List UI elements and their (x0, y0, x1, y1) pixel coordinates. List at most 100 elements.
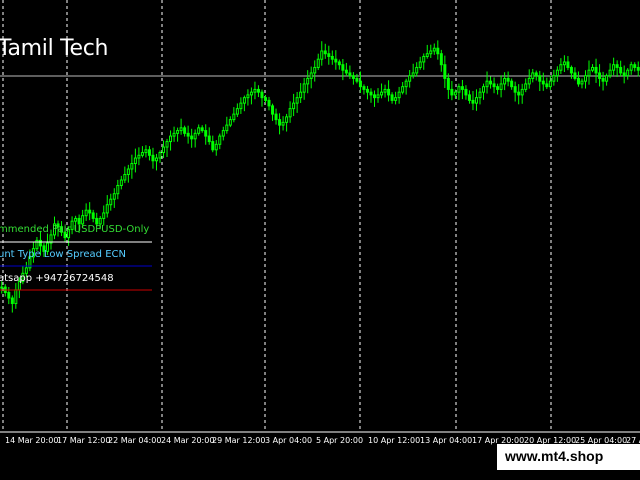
candle-body (38, 239, 42, 247)
candle-body (112, 193, 116, 200)
candle-body (510, 80, 514, 88)
candle-body (183, 127, 187, 134)
candle (587, 60, 591, 85)
candle-body (471, 99, 475, 104)
candle (162, 140, 166, 159)
candle (337, 59, 341, 70)
candle-body (288, 108, 292, 118)
candle (351, 72, 355, 85)
candle-body (587, 69, 591, 77)
candle (84, 203, 88, 221)
candle-body (576, 77, 580, 85)
candle-body (207, 135, 211, 143)
candle (260, 89, 264, 107)
candle-body (218, 135, 222, 145)
candle (112, 188, 116, 208)
watermark-text: www.mt4.shop (505, 448, 604, 464)
candle (626, 68, 630, 80)
candle (425, 44, 429, 59)
candle-body (626, 69, 630, 77)
candle (474, 89, 478, 111)
candle (446, 73, 450, 99)
candle (496, 83, 500, 95)
candle (482, 83, 486, 100)
candle-body (450, 88, 454, 96)
candle (292, 93, 296, 117)
candle-body (214, 143, 218, 151)
candle-body (91, 212, 95, 219)
candle (513, 81, 517, 102)
candle (228, 116, 232, 128)
x-tick-label: 22 Mar 04:00 (108, 436, 162, 445)
candle (183, 125, 187, 137)
candle-body (281, 121, 285, 126)
candle (249, 87, 253, 105)
candle-body (309, 72, 313, 79)
candle (154, 153, 158, 171)
candle-body (176, 130, 180, 134)
candle-body (109, 198, 113, 206)
candle-body (443, 64, 447, 79)
candle (330, 50, 334, 65)
candle-body (373, 94, 377, 99)
candle-body (10, 297, 14, 305)
price-chart[interactable]: Tamil Tech mmended Pair USDPUSD-Only unt… (0, 0, 640, 480)
candle-body (432, 47, 436, 52)
candle (548, 75, 552, 90)
candle (235, 103, 239, 117)
candle-body (615, 64, 619, 68)
candle-body (594, 66, 598, 74)
candle-body (147, 149, 151, 156)
candle (211, 135, 215, 153)
candle-body (608, 69, 612, 77)
candle-body (559, 64, 563, 71)
x-tick-label: 17 Mar 12:00 (57, 436, 111, 445)
candle (576, 71, 580, 87)
candle (193, 129, 197, 148)
candle (302, 77, 306, 100)
candle-body (351, 75, 355, 79)
candle (126, 164, 130, 183)
candle (418, 56, 422, 70)
candle-body (362, 86, 366, 90)
candle (334, 50, 338, 70)
candle (267, 96, 271, 111)
candle-body (538, 75, 542, 82)
candle (555, 66, 559, 82)
candle-body (271, 105, 275, 115)
candle (320, 41, 324, 66)
candle (408, 70, 412, 88)
candle (531, 68, 535, 83)
candle (309, 66, 313, 89)
candle-body (232, 113, 236, 121)
candle-body (119, 179, 123, 186)
candle (633, 62, 637, 72)
candle (622, 65, 626, 84)
candle-body (397, 91, 401, 99)
candle-body (299, 91, 303, 99)
candle (365, 85, 369, 100)
candle-body (503, 77, 507, 85)
candle-body (253, 88, 257, 93)
candle (373, 90, 377, 107)
candle (369, 88, 373, 103)
candle (147, 146, 151, 161)
candle (636, 61, 640, 77)
x-tick-label: 24 Mar 20:00 (161, 436, 215, 445)
candle (517, 84, 521, 105)
candle (605, 73, 609, 86)
candle-body (401, 86, 405, 93)
candle-body (573, 72, 577, 79)
candle (580, 78, 584, 89)
candle-body (179, 127, 183, 132)
chart-canvas (0, 0, 640, 433)
info-whatsapp: atsapp +94726724548 (0, 273, 114, 284)
candle-body (306, 77, 310, 85)
candle-body (622, 72, 626, 77)
candle (615, 60, 619, 78)
candle (123, 166, 127, 184)
candle-body (633, 64, 637, 68)
candle (169, 130, 173, 151)
candle (225, 116, 229, 134)
candle (109, 193, 113, 211)
